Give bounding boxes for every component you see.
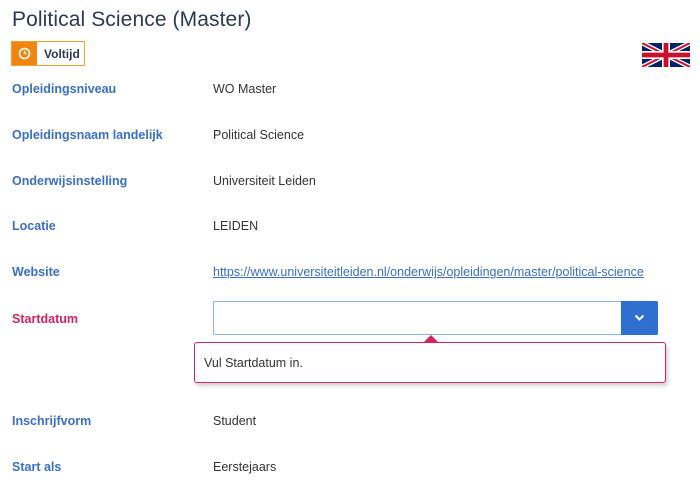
field-label: Inschrijfvorm — [12, 414, 92, 428]
field-label: Locatie — [12, 219, 56, 233]
field-opleidingsniveau: Opleidingsniveau WO Master — [12, 82, 692, 102]
page-title: Political Science (Master) — [12, 8, 252, 31]
uk-flag-icon[interactable] — [640, 40, 692, 70]
tooltip-arrow — [423, 335, 439, 343]
error-message: Vul Startdatum in. — [204, 356, 303, 370]
study-mode-badge: Voltijd — [11, 41, 85, 66]
chevron-down-icon — [634, 309, 645, 327]
field-start-als: Start als Eerstejaars — [12, 460, 692, 480]
study-mode-label: Voltijd — [44, 46, 80, 61]
field-label: Start als — [12, 460, 62, 474]
field-opleidingsnaam: Opleidingsnaam landelijk Political Scien… — [12, 128, 692, 148]
page: Political Science (Master) Voltijd Oplei… — [0, 0, 700, 482]
clock-icon — [12, 42, 37, 65]
field-inschrijfvorm: Inschrijfvorm Student — [12, 414, 692, 434]
field-label: Startdatum — [12, 312, 78, 326]
field-locatie: Locatie LEIDEN — [12, 219, 692, 239]
field-label: Opleidingsnaam landelijk — [12, 128, 163, 142]
field-value: Political Science — [213, 128, 305, 142]
field-onderwijsinstelling: Onderwijsinstelling Universiteit Leiden — [12, 174, 692, 194]
website-link[interactable]: https://www.universiteitleiden.nl/onderw… — [213, 265, 644, 279]
field-value: LEIDEN — [213, 219, 259, 233]
field-value: WO Master — [213, 82, 277, 96]
field-label: Website — [12, 265, 60, 279]
field-value: Student — [213, 414, 257, 428]
field-value: Universiteit Leiden — [213, 174, 316, 188]
startdatum-error-tooltip: Vul Startdatum in. — [194, 335, 666, 383]
field-website: Website https://www.universiteitleiden.n… — [12, 265, 692, 285]
startdatum-dropdown-button[interactable] — [621, 301, 658, 335]
startdatum-select[interactable] — [213, 301, 658, 335]
field-value: Eerstejaars — [213, 460, 277, 474]
field-label: Onderwijsinstelling — [12, 174, 128, 188]
field-label: Opleidingsniveau — [12, 82, 117, 96]
